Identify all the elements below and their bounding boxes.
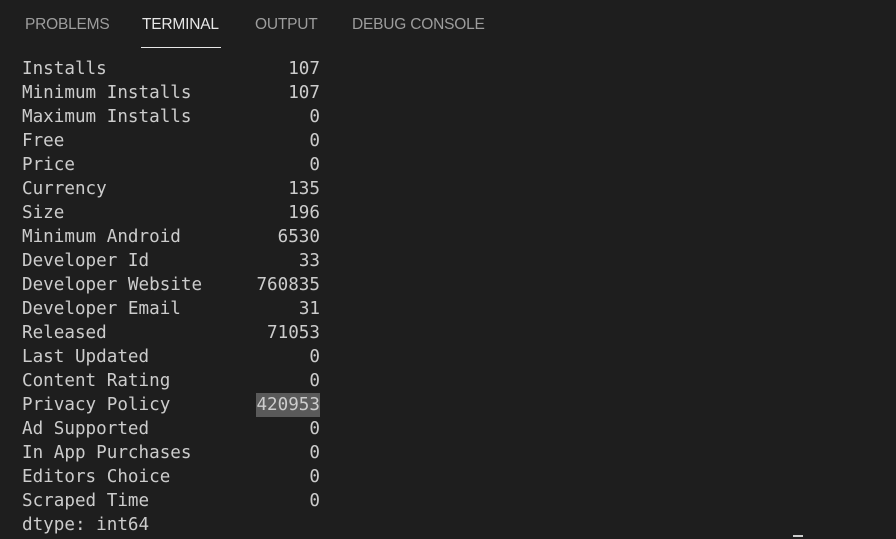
row-value: 760835: [256, 275, 320, 295]
row-label: Size: [22, 203, 65, 223]
row-label: Content Rating: [22, 371, 171, 391]
terminal-row: Installs 107: [22, 57, 882, 81]
terminal-row: Developer Id 33: [22, 249, 882, 273]
row-value: 71053: [267, 323, 320, 343]
terminal-row: Privacy Policy 420953: [22, 393, 882, 417]
terminal-output[interactable]: Installs 107 Minimum Installs 107 Maximum In…: [22, 57, 882, 537]
row-label: Editors Choice: [22, 467, 171, 487]
terminal-row: Currency 135: [22, 177, 882, 201]
row-label: Ad Supported: [22, 419, 150, 439]
dtype-line: dtype: int64: [22, 513, 882, 537]
row-label: Developer Id: [22, 251, 150, 271]
row-label: Free: [22, 131, 65, 151]
row-label: Last Updated: [22, 347, 150, 367]
row-label: Maximum Installs: [22, 107, 192, 127]
terminal-cursor: [793, 535, 803, 537]
row-value: 0: [309, 371, 320, 391]
tab-output[interactable]: OUTPUT: [255, 16, 318, 34]
row-value: 0: [309, 419, 320, 439]
terminal-row: Minimum Installs 107: [22, 81, 882, 105]
row-label: Developer Email: [22, 299, 181, 319]
row-label: Currency: [22, 179, 107, 199]
terminal-row: Developer Website 760835: [22, 273, 882, 297]
terminal-row: Ad Supported 0: [22, 417, 882, 441]
row-value: 196: [288, 203, 320, 223]
terminal-row: In App Purchases 0: [22, 441, 882, 465]
tab-terminal[interactable]: TERMINAL: [142, 16, 219, 34]
dtype-text: dtype: int64: [22, 515, 150, 535]
row-value: 0: [309, 443, 320, 463]
row-label: Released: [22, 323, 107, 343]
terminal-row: Free 0: [22, 129, 882, 153]
active-tab-indicator: [141, 47, 221, 48]
row-label: Price: [22, 155, 75, 175]
row-value: 0: [309, 155, 320, 175]
terminal-row: Editors Choice 0: [22, 465, 882, 489]
terminal-row: Minimum Android 6530: [22, 225, 882, 249]
terminal-row: Maximum Installs 0: [22, 105, 882, 129]
terminal-row: Scraped Time 0: [22, 489, 882, 513]
row-label: Installs: [22, 59, 107, 79]
tab-debug-console[interactable]: DEBUG CONSOLE: [352, 16, 485, 34]
row-label: Privacy Policy: [22, 395, 171, 415]
row-value: 0: [309, 347, 320, 367]
terminal-row: Developer Email 31: [22, 297, 882, 321]
row-value: 31: [298, 299, 320, 319]
row-value: 33: [298, 251, 320, 271]
row-value: 0: [309, 107, 320, 127]
row-value-selected: 420953: [256, 393, 320, 417]
row-label: Scraped Time: [22, 491, 150, 511]
tab-problems[interactable]: PROBLEMS: [25, 16, 110, 34]
row-value: 135: [288, 179, 320, 199]
row-label: Minimum Installs: [22, 83, 192, 103]
row-value: 0: [309, 491, 320, 511]
terminal-row: Last Updated 0: [22, 345, 882, 369]
row-label: In App Purchases: [22, 443, 192, 463]
row-value: 107: [288, 83, 320, 103]
panel-tab-bar: PROBLEMS TERMINAL OUTPUT DEBUG CONSOLE: [0, 0, 896, 50]
terminal-row: Price 0: [22, 153, 882, 177]
row-label: Minimum Android: [22, 227, 181, 247]
terminal-row: Content Rating 0: [22, 369, 882, 393]
terminal-row: Released 71053: [22, 321, 882, 345]
row-value: 0: [309, 467, 320, 487]
row-value: 107: [288, 59, 320, 79]
terminal-panel: PROBLEMS TERMINAL OUTPUT DEBUG CONSOLE I…: [0, 0, 896, 539]
row-label: Developer Website: [22, 275, 203, 295]
terminal-row: Size 196: [22, 201, 882, 225]
row-value: 6530: [277, 227, 320, 247]
row-value: 0: [309, 131, 320, 151]
